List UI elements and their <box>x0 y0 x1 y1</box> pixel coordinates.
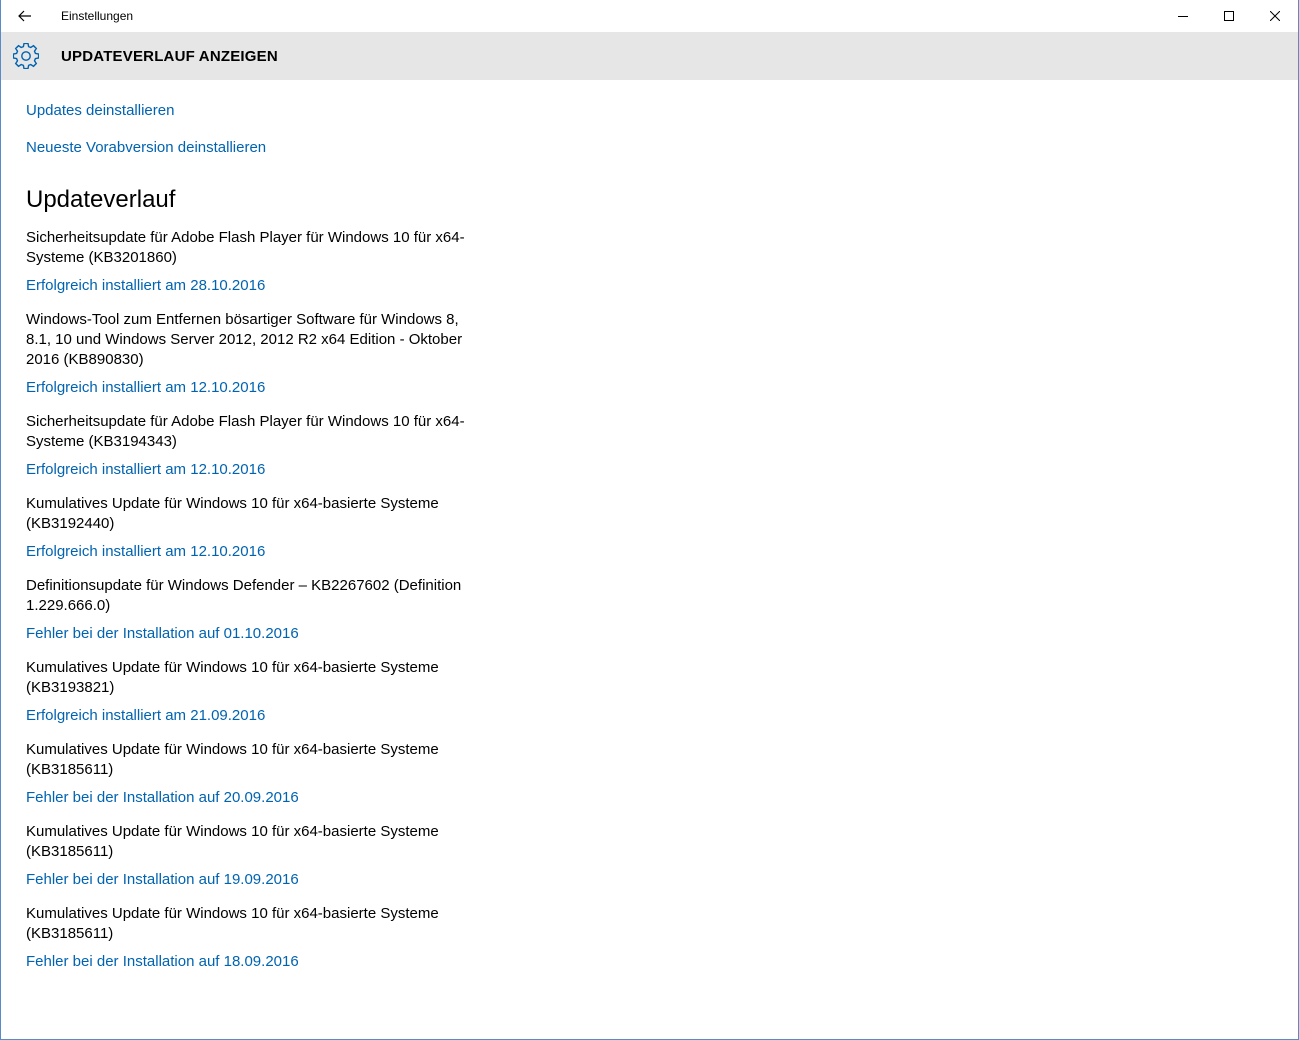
list-item: Kumulatives Update für Windows 10 für x6… <box>26 658 486 726</box>
update-status-link[interactable]: Erfolgreich installiert am 12.10.2016 <box>26 460 486 480</box>
close-button[interactable] <box>1252 0 1298 32</box>
list-item: Kumulatives Update für Windows 10 für x6… <box>26 822 486 890</box>
update-title: Kumulatives Update für Windows 10 für x6… <box>26 741 439 778</box>
window-title: Einstellungen <box>61 9 134 23</box>
update-history-list: Sicherheitsupdate für Adobe Flash Player… <box>26 228 486 972</box>
settings-window: Einstellungen UPDATEVERLAUF ANZEIGEN Upd… <box>0 0 1299 1040</box>
close-icon <box>1270 11 1280 21</box>
update-title: Kumulatives Update für Windows 10 für x6… <box>26 823 439 860</box>
update-title: Windows-Tool zum Entfernen bösartiger So… <box>26 311 463 368</box>
list-item: Kumulatives Update für Windows 10 für x6… <box>26 740 486 808</box>
uninstall-updates-link[interactable]: Updates deinstallieren <box>26 102 486 119</box>
update-title: Sicherheitsupdate für Adobe Flash Player… <box>26 229 465 266</box>
update-status-link[interactable]: Erfolgreich installiert am 28.10.2016 <box>26 276 486 296</box>
back-button[interactable] <box>1 0 49 32</box>
page-header: UPDATEVERLAUF ANZEIGEN <box>1 32 1298 80</box>
update-status-link[interactable]: Fehler bei der Installation auf 18.09.20… <box>26 952 486 972</box>
main-content: Updates deinstallieren Neueste Vorabvers… <box>26 80 486 972</box>
update-title: Sicherheitsupdate für Adobe Flash Player… <box>26 413 465 450</box>
uninstall-preview-link[interactable]: Neueste Vorabversion deinstallieren <box>26 139 486 156</box>
title-bar: Einstellungen <box>1 0 1298 32</box>
list-item: Sicherheitsupdate für Adobe Flash Player… <box>26 228 486 296</box>
update-status-link[interactable]: Erfolgreich installiert am 21.09.2016 <box>26 706 486 726</box>
list-item: Sicherheitsupdate für Adobe Flash Player… <box>26 412 486 480</box>
maximize-button[interactable] <box>1206 0 1252 32</box>
update-status-link[interactable]: Fehler bei der Installation auf 20.09.20… <box>26 788 486 808</box>
update-status-link[interactable]: Erfolgreich installiert am 12.10.2016 <box>26 378 486 398</box>
update-title: Kumulatives Update für Windows 10 für x6… <box>26 905 439 942</box>
gear-icon <box>13 43 39 69</box>
maximize-icon <box>1224 11 1234 21</box>
update-status-link[interactable]: Fehler bei der Installation auf 01.10.20… <box>26 624 486 644</box>
minimize-button[interactable] <box>1160 0 1206 32</box>
list-item: Kumulatives Update für Windows 10 für x6… <box>26 494 486 562</box>
list-item: Definitionsupdate für Windows Defender –… <box>26 576 486 644</box>
update-title: Definitionsupdate für Windows Defender –… <box>26 577 462 614</box>
update-title: Kumulatives Update für Windows 10 für x6… <box>26 495 439 532</box>
update-title: Kumulatives Update für Windows 10 für x6… <box>26 659 439 696</box>
minimize-icon <box>1178 16 1188 17</box>
list-item: Windows-Tool zum Entfernen bösartiger So… <box>26 310 486 398</box>
list-item: Kumulatives Update für Windows 10 für x6… <box>26 904 486 972</box>
update-status-link[interactable]: Fehler bei der Installation auf 19.09.20… <box>26 870 486 890</box>
back-arrow-icon <box>18 10 31 22</box>
section-title: Updateverlauf <box>26 186 176 213</box>
window-controls <box>1160 0 1298 32</box>
page-title: UPDATEVERLAUF ANZEIGEN <box>61 47 278 65</box>
update-status-link[interactable]: Erfolgreich installiert am 12.10.2016 <box>26 542 486 562</box>
